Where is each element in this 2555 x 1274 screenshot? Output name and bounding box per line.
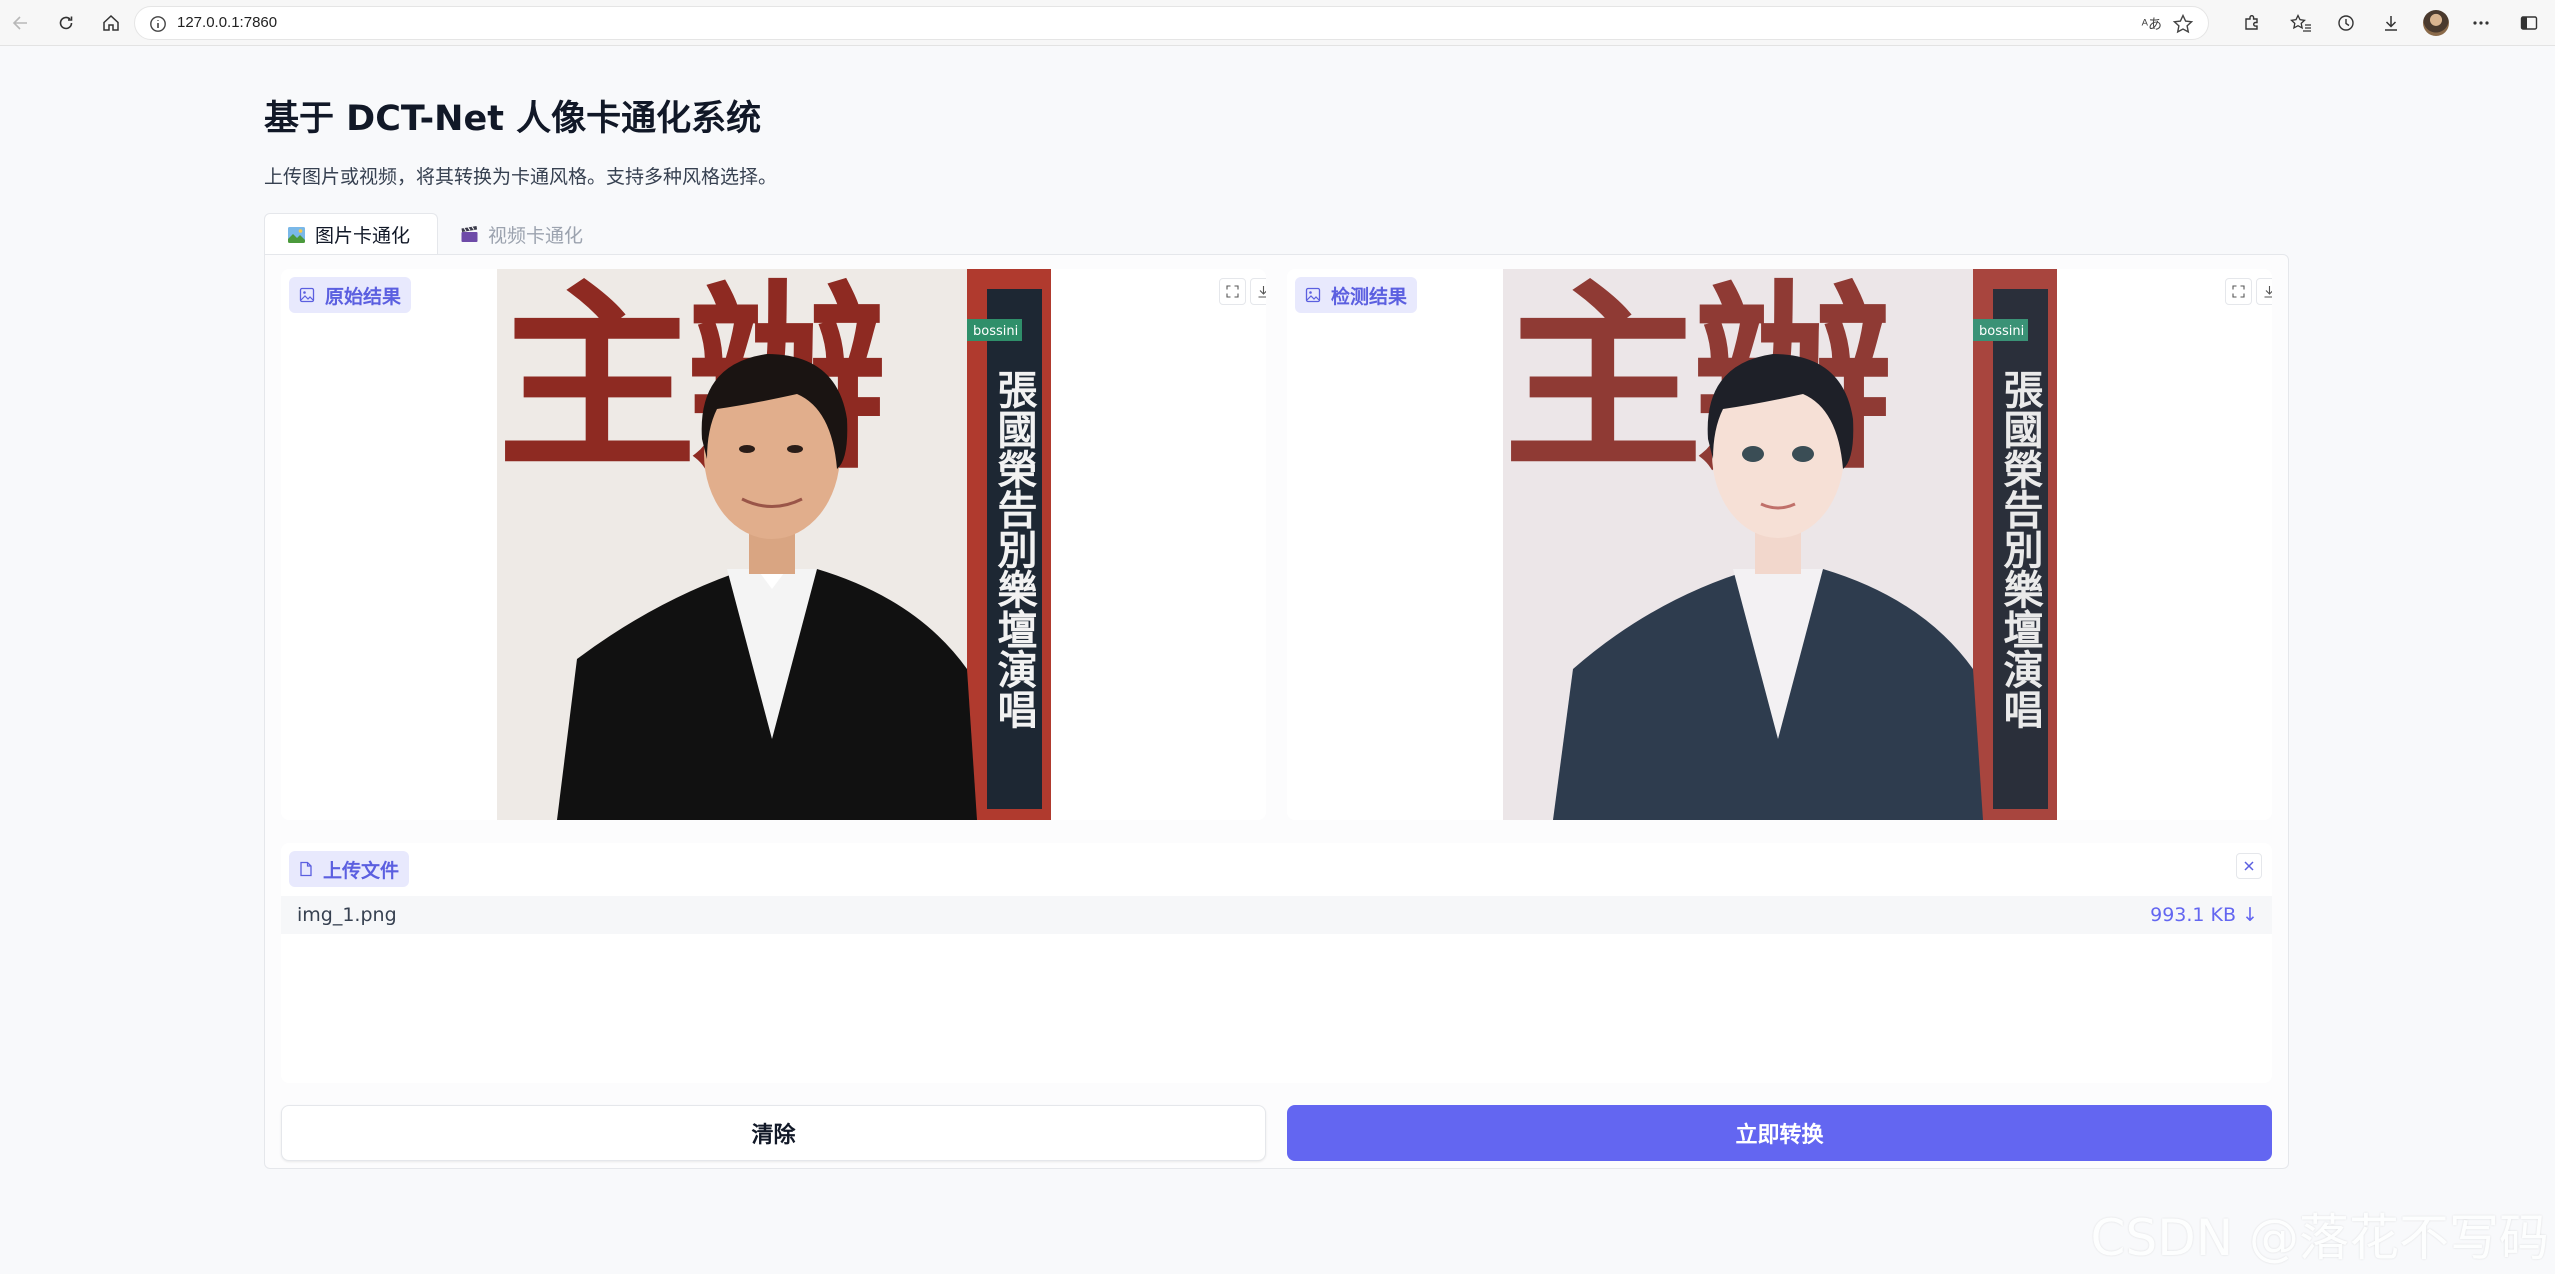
download-button[interactable]	[1250, 278, 1266, 305]
extensions-button[interactable]	[2237, 8, 2267, 38]
address-bar[interactable]: 127.0.0.1:7860 ᴬあ	[134, 6, 2209, 40]
svg-text:主: 主	[1503, 269, 1703, 497]
tab-label: 图片卡通化	[315, 224, 411, 247]
picture-icon	[288, 226, 305, 243]
upload-file-block[interactable]: 上传文件 img_1.png 993.1 KB ↓	[281, 843, 2272, 1083]
svg-text:張國榮告別樂壇演唱: 張國榮告別樂壇演唱	[1997, 369, 2044, 729]
tab-label: 视频卡通化	[488, 224, 584, 247]
history-button[interactable]	[2331, 8, 2361, 38]
svg-text:主: 主	[497, 269, 697, 497]
file-size-download-link[interactable]: 993.1 KB ↓	[2150, 904, 2258, 926]
remove-file-button[interactable]	[2236, 853, 2262, 879]
page-description: 上传图片或视频，将其转换为卡通风格。支持多种风格选择。	[264, 166, 778, 188]
more-menu-button[interactable]	[2466, 8, 2496, 38]
tab-video-cartoon[interactable]: 视频卡通化	[438, 213, 605, 255]
fullscreen-icon	[1226, 285, 1239, 298]
avatar	[2423, 10, 2449, 36]
puzzle-icon	[2245, 15, 2258, 30]
back-arrow-icon	[12, 16, 27, 30]
favorite-star-icon[interactable]	[2172, 13, 2194, 35]
refresh-icon	[59, 16, 73, 30]
home-icon	[103, 14, 119, 31]
upload-label: 上传文件	[289, 851, 410, 887]
label-text: 检测结果	[1331, 285, 1408, 308]
label-text: 原始结果	[325, 285, 402, 308]
back-button[interactable]	[6, 8, 36, 38]
file-icon	[300, 861, 312, 877]
clapperboard-icon	[461, 225, 478, 242]
home-button[interactable]	[96, 8, 126, 38]
ellipsis-icon	[2473, 21, 2489, 25]
convert-button[interactable]: 立即转换	[1287, 1105, 2272, 1161]
download-icon	[1258, 286, 1266, 298]
tab-image-cartoon[interactable]: 图片卡通化	[264, 213, 438, 255]
download-icon	[2264, 286, 2272, 298]
cartoon-photo: 主 辦 張國榮告別樂壇演唱 bossini	[1503, 269, 2057, 820]
clear-button[interactable]: 清除	[281, 1105, 1266, 1161]
image-icon	[1305, 287, 1321, 303]
translate-icon[interactable]: ᴬあ	[2142, 14, 2162, 34]
svg-text:bossini: bossini	[973, 324, 1018, 339]
watermark: CSDN @落花不写码	[2090, 1209, 2549, 1267]
fullscreen-icon	[2232, 285, 2245, 298]
info-icon[interactable]	[149, 15, 167, 33]
fullscreen-button[interactable]	[1219, 278, 1246, 305]
image-cartoon-panel: 主 辦 張國榮告別樂壇演唱 bossini 原始结果	[264, 254, 2289, 1169]
refresh-button[interactable]	[51, 8, 81, 38]
history-icon	[2338, 15, 2354, 31]
close-icon	[2244, 861, 2254, 871]
favorites-button[interactable]	[2286, 8, 2316, 38]
page-title: 基于 DCT-Net 人像卡通化系统	[264, 99, 762, 139]
url-text: 127.0.0.1:7860	[177, 14, 278, 31]
svg-text:張國榮告別樂壇演唱: 張國榮告別樂壇演唱	[991, 369, 1038, 729]
original-image-block: 主 辦 張國榮告別樂壇演唱 bossini 原始结果	[281, 269, 1266, 820]
profile-button[interactable]	[2421, 8, 2451, 38]
downloads-button[interactable]	[2376, 8, 2406, 38]
download-button[interactable]	[2256, 278, 2272, 305]
browser-toolbar: 127.0.0.1:7860 ᴬあ	[0, 0, 2555, 46]
detected-label: 检测结果	[1295, 277, 1418, 313]
svg-text:bossini: bossini	[1979, 324, 2024, 339]
favorites-list-icon	[2290, 13, 2311, 32]
image-icon	[299, 287, 315, 303]
fullscreen-button[interactable]	[2225, 278, 2252, 305]
detected-image-block: 主 辦 張國榮告別樂壇演唱 bossini 检测结果	[1287, 269, 2272, 820]
download-icon	[2385, 16, 2397, 31]
sidebar-icon	[2520, 16, 2538, 30]
file-name: img_1.png	[297, 904, 397, 926]
label-text: 上传文件	[323, 859, 400, 882]
original-photo: 主 辦 張國榮告別樂壇演唱 bossini	[497, 269, 1051, 820]
file-row: img_1.png 993.1 KB ↓	[281, 896, 2272, 934]
original-label: 原始结果	[289, 277, 412, 313]
sidebar-toggle-button[interactable]	[2514, 8, 2544, 38]
